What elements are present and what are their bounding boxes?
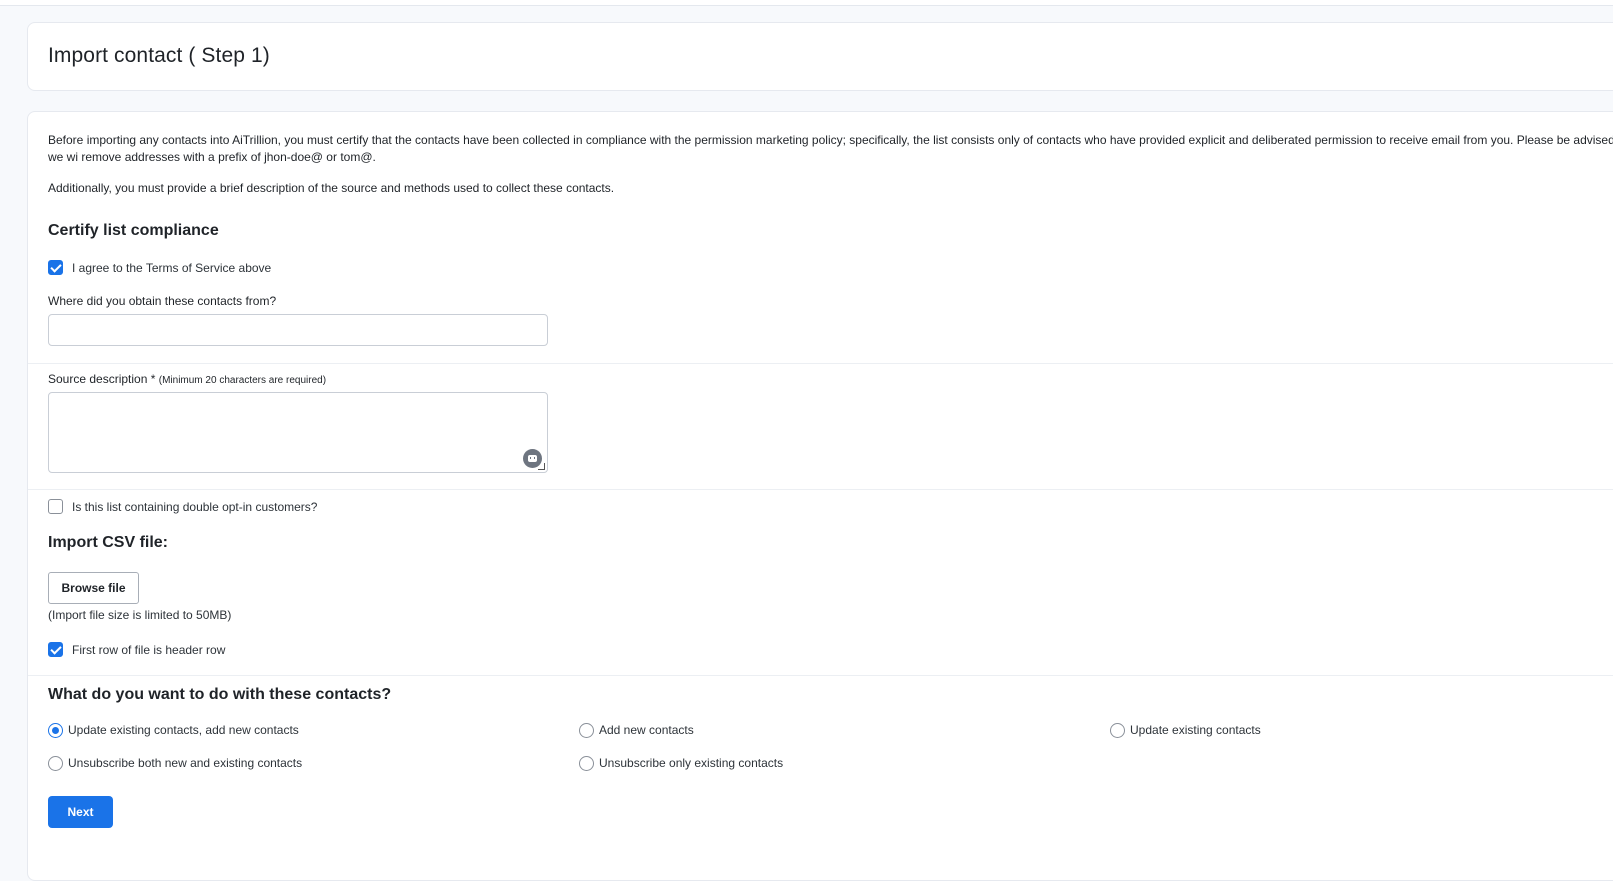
required-asterisk: *: [150, 372, 156, 386]
divider: [28, 489, 1613, 490]
import-form-card: Before importing any contacts into AiTri…: [27, 111, 1613, 881]
import-csv-heading: Import CSV file:: [48, 534, 169, 551]
radio-update-and-add[interactable]: [48, 723, 63, 738]
resize-grip-icon[interactable]: [538, 463, 545, 470]
radio-label-unsubscribe-existing: Unsubscribe only existing contacts: [599, 756, 784, 770]
file-size-hint: (Import file size is limited to 50MB): [48, 608, 232, 622]
page-header-card: Import contact ( Step 1): [27, 22, 1613, 91]
top-bar: [0, 0, 1613, 6]
radio-label-unsubscribe-both: Unsubscribe both new and existing contac…: [68, 756, 303, 770]
next-button[interactable]: Next: [48, 796, 113, 828]
source-description-hint: (Minimum 20 characters are required): [158, 375, 327, 386]
double-optin-label: Is this list containing double opt-in cu…: [72, 500, 318, 514]
header-row-checkbox[interactable]: [48, 642, 63, 657]
intro-paragraph: Before importing any contacts into AiTri…: [48, 133, 1613, 164]
agree-terms-checkbox[interactable]: [48, 260, 63, 275]
browse-file-button[interactable]: Browse file: [48, 572, 139, 604]
page-title: Import contact ( Step 1): [48, 44, 270, 67]
divider: [28, 363, 1613, 364]
radio-label-update-and-add: Update existing contacts, add new contac…: [68, 723, 299, 737]
source-description-textarea[interactable]: [48, 392, 548, 473]
double-optin-checkbox[interactable]: [48, 499, 63, 514]
radio-update-existing[interactable]: [1110, 723, 1125, 738]
header-row-label: First row of file is header row: [72, 643, 226, 657]
certify-heading: Certify list compliance: [48, 222, 219, 239]
radio-label-update-existing: Update existing contacts: [1130, 723, 1261, 737]
divider: [28, 675, 1613, 676]
source-input[interactable]: [48, 314, 548, 346]
radio-label-add-new: Add new contacts: [599, 723, 694, 737]
actions-heading: What do you want to do with these contac…: [48, 686, 392, 703]
agree-terms-label: I agree to the Terms of Service above: [72, 261, 272, 275]
source-description-label: Source description * (Minimum 20 charact…: [48, 372, 326, 386]
radio-unsubscribe-both[interactable]: [48, 756, 63, 771]
radio-add-new[interactable]: [579, 723, 594, 738]
intro-paragraph-secondary: Additionally, you must provide a brief d…: [48, 181, 615, 195]
source-field-label: Where did you obtain these contacts from…: [48, 294, 277, 308]
source-description-text: Source description: [48, 372, 148, 386]
radio-unsubscribe-existing[interactable]: [579, 756, 594, 771]
